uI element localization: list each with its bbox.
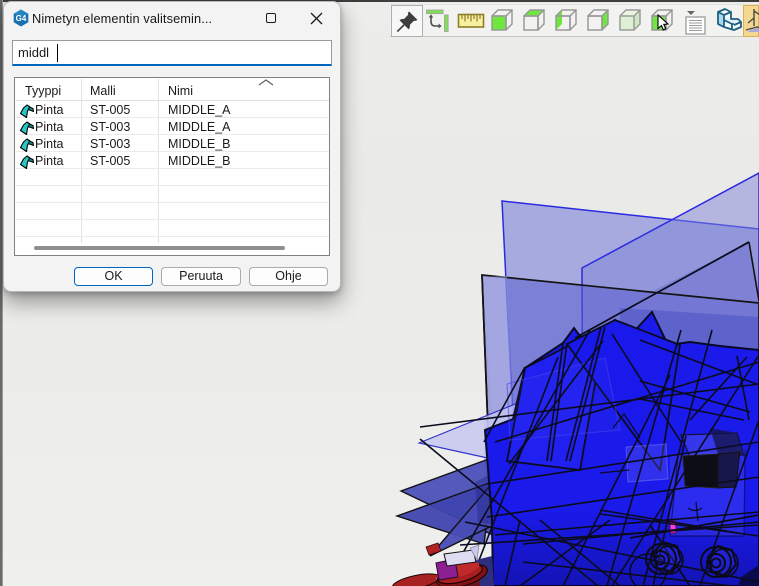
svg-text:G4: G4 <box>16 14 27 23</box>
